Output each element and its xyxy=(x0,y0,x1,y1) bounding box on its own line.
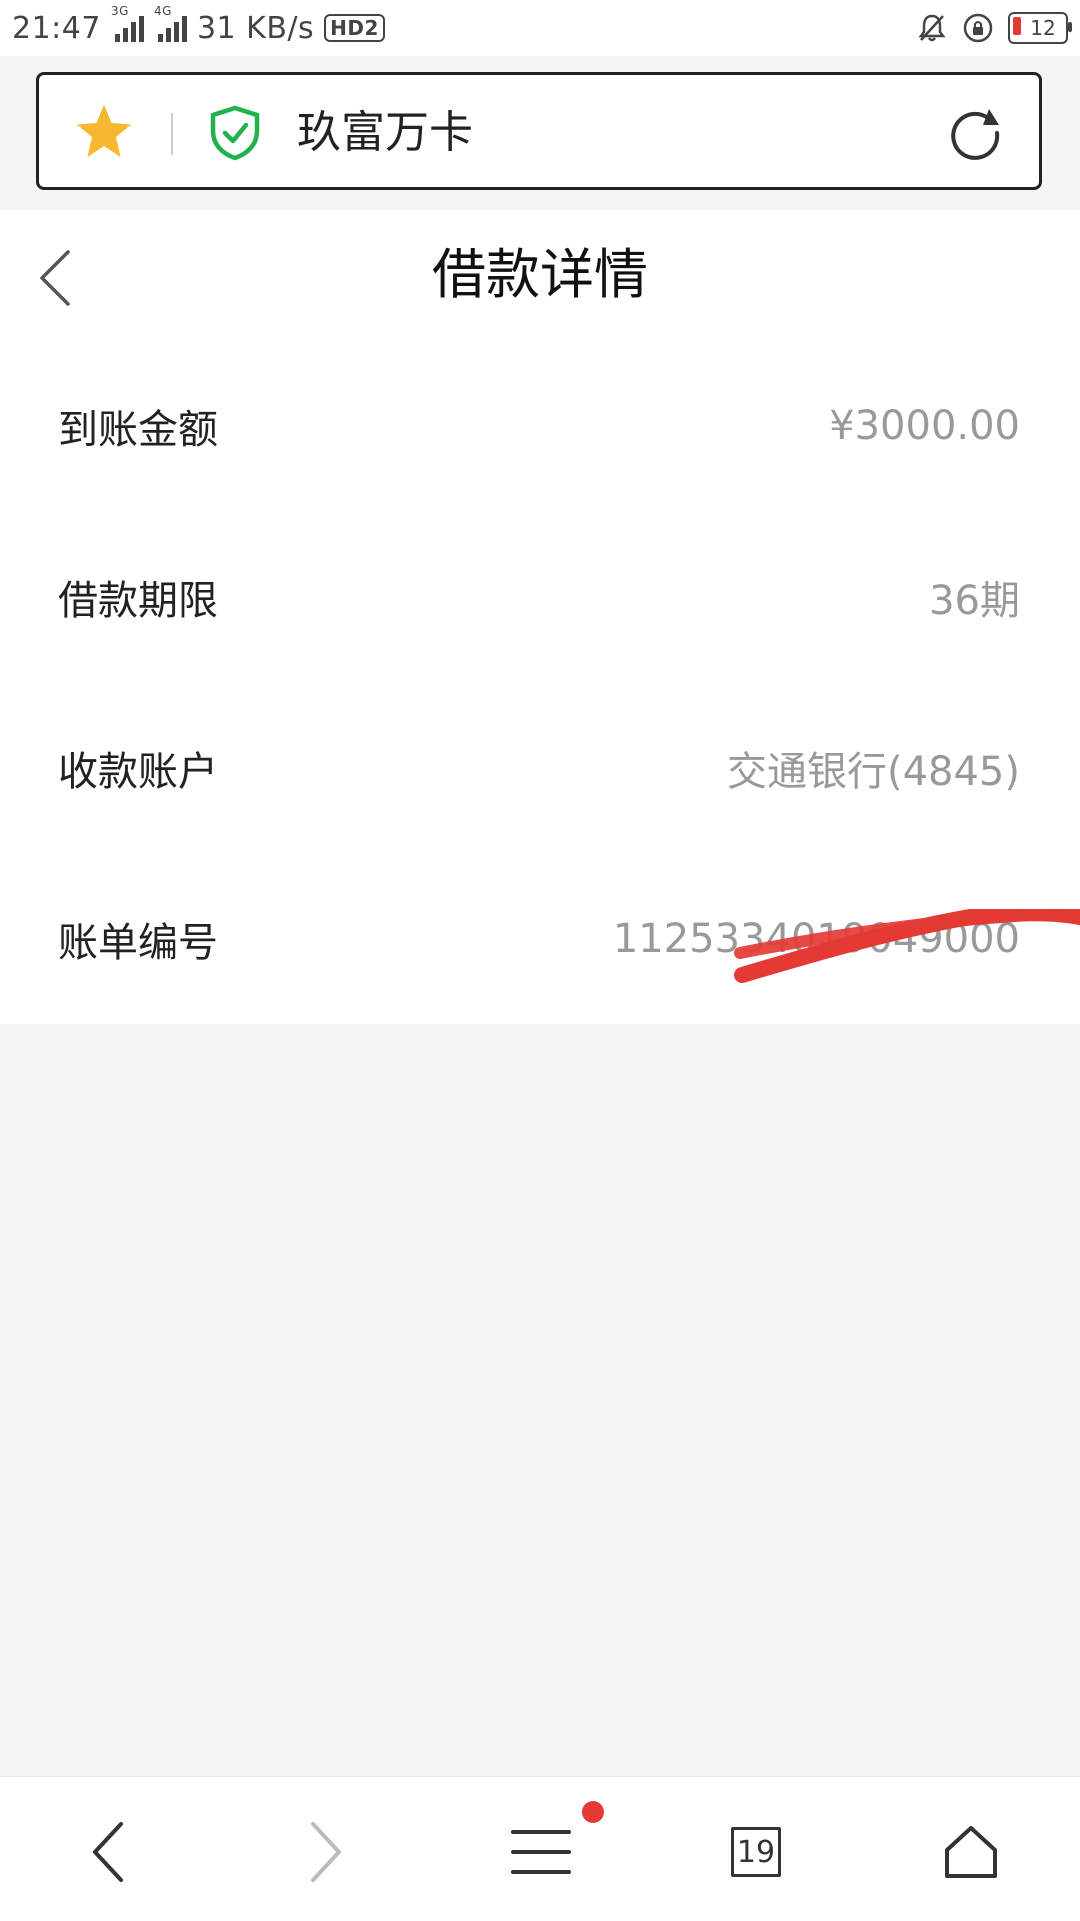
network-type-1: 3G xyxy=(110,4,129,18)
tabs-count-icon: 19 xyxy=(731,1827,781,1877)
status-time: 21:47 xyxy=(12,10,101,46)
menu-icon xyxy=(511,1830,571,1874)
status-bar: 21:47 3G 4G 31 KB/s HD2 12 xyxy=(0,0,1080,56)
detail-value: 36期 xyxy=(929,577,1020,624)
network-type-2: 4G xyxy=(153,4,172,18)
detail-value: ¥3000.00 xyxy=(829,402,1020,449)
bell-muted-icon xyxy=(918,14,946,42)
detail-label: 收款账户 xyxy=(58,748,218,795)
address-divider xyxy=(171,113,173,155)
refresh-icon[interactable] xyxy=(945,101,1005,161)
nav-menu-button[interactable] xyxy=(496,1807,586,1897)
detail-label: 到账金额 xyxy=(58,406,218,453)
detail-value: 交通银行(4845) xyxy=(726,748,1020,795)
detail-row-bill-number: 账单编号 1125334019049000 xyxy=(0,853,1080,1024)
detail-label: 借款期限 xyxy=(58,577,218,624)
status-right: 12 xyxy=(916,6,1072,50)
signal-icon-2: 4G xyxy=(154,4,187,42)
security-shield-icon[interactable] xyxy=(209,105,261,161)
rotation-lock-icon xyxy=(963,13,993,43)
detail-value: 1125334019049000 xyxy=(612,915,1020,962)
detail-label: 账单编号 xyxy=(58,919,218,966)
signal-icon-1: 3G xyxy=(111,4,144,42)
network-speed: 31 KB/s xyxy=(196,10,315,46)
hd-voice-icon: HD2 xyxy=(324,14,385,42)
bottom-navigation: 19 xyxy=(0,1776,1080,1921)
detail-row-amount: 到账金额 ¥3000.00 xyxy=(0,340,1080,511)
detail-row-term: 借款期限 36期 xyxy=(0,511,1080,682)
address-title[interactable]: 玖富万卡 xyxy=(297,103,473,163)
nav-tabs-button[interactable]: 19 xyxy=(711,1807,801,1897)
address-bar[interactable]: 玖富万卡 xyxy=(36,72,1042,190)
forward-arrow-icon xyxy=(311,1822,341,1882)
detail-row-account: 收款账户 交通银行(4845) xyxy=(0,682,1080,853)
home-icon xyxy=(945,1826,997,1878)
loan-details-list: 到账金额 ¥3000.00 借款期限 36期 收款账户 交通银行(4845) 账… xyxy=(0,340,1080,1024)
nav-home-button[interactable] xyxy=(926,1807,1016,1897)
page-title: 借款详情 xyxy=(432,243,648,306)
bookmark-star-icon[interactable] xyxy=(73,101,135,163)
notification-dot xyxy=(582,1801,604,1823)
nav-forward-button[interactable] xyxy=(280,1807,370,1897)
nav-back-button[interactable] xyxy=(64,1807,154,1897)
page-header: 借款详情 xyxy=(0,210,1080,340)
battery-level: 12 xyxy=(1030,16,1056,40)
status-left: 21:47 3G 4G 31 KB/s HD2 xyxy=(12,4,385,50)
back-arrow-icon xyxy=(93,1822,123,1882)
battery-icon: 12 xyxy=(1008,12,1072,44)
